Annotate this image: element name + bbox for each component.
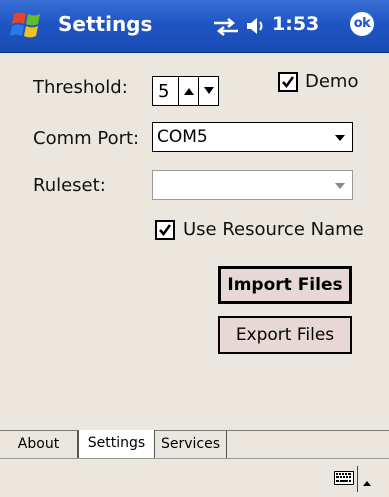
tab-strip: About Settings Services [0,430,389,459]
triangle-up-icon [184,88,194,95]
checkmark-icon [282,76,295,89]
comm-port-value: COM5 [157,127,208,147]
ruleset-label: Ruleset: [33,175,106,196]
checkmark-icon [159,224,172,237]
threshold-label: Threshold: [33,77,128,98]
keyboard-icon[interactable] [334,470,354,489]
triangle-down-icon [204,87,214,94]
import-files-button[interactable]: Import Files [218,266,352,304]
use-resource-name-label[interactable]: Use Resource Name [183,219,364,240]
separator [357,466,358,492]
threshold-up-button[interactable] [178,76,199,106]
windows-flag-icon [10,12,40,38]
start-button[interactable] [6,8,50,44]
tab-services[interactable]: Services [155,431,227,458]
window-title: Settings [58,12,153,36]
speaker-icon[interactable] [245,15,267,37]
title-bar: Settings 1:53 ok [0,0,389,53]
up-arrow-icon[interactable] [362,472,372,491]
export-files-button[interactable]: Export Files [218,316,352,354]
clock[interactable]: 1:53 [272,13,319,35]
use-resource-name-checkbox[interactable] [155,220,175,240]
demo-label[interactable]: Demo [305,71,358,92]
menu-bar [0,458,389,497]
comm-port-label: Comm Port: [33,128,140,149]
dropdown-arrow-icon [335,135,345,141]
connectivity-icon[interactable] [212,16,240,38]
tab-about[interactable]: About [0,431,78,458]
ruleset-dropdown[interactable] [152,170,353,200]
dropdown-arrow-icon [335,183,345,189]
threshold-down-button[interactable] [198,76,219,106]
comm-port-dropdown[interactable]: COM5 [152,122,353,152]
threshold-value[interactable]: 5 [152,76,178,106]
ok-button[interactable]: ok [350,12,374,36]
tab-settings[interactable]: Settings [78,430,155,459]
demo-checkbox[interactable] [278,72,298,92]
